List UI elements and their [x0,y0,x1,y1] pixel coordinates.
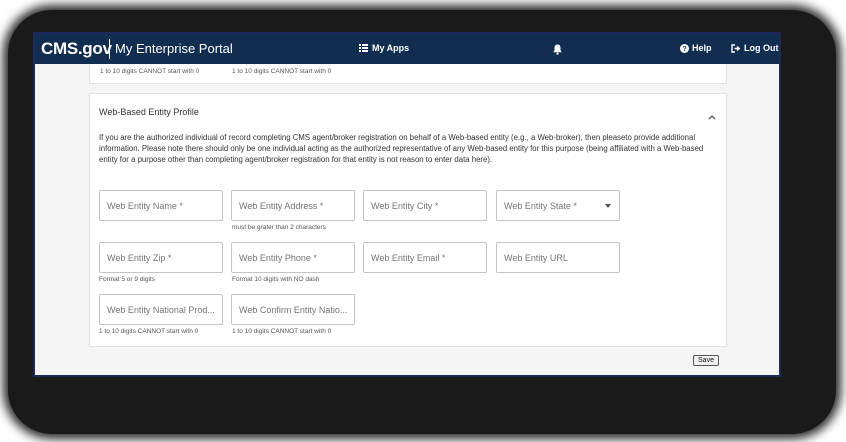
field-placeholder: Web Entity Phone * [239,253,317,263]
web-entity-state-select[interactable]: Web Entity State * [496,190,620,221]
web-entity-url-input[interactable]: Web Entity URL [496,242,620,273]
field-placeholder: Web Entity National Prod... [107,305,215,315]
field-hint: 1 to 10 digits CANNOT start with 0 [100,68,200,75]
web-entity-phone-input[interactable]: Web Entity Phone * [231,242,355,273]
logout-label: Log Out [744,43,779,53]
save-button[interactable]: Save [693,355,719,366]
collapse-section-button[interactable] [707,108,717,120]
section-title: Web-Based Entity Profile [99,107,199,117]
field-placeholder: Web Entity City * [371,201,439,211]
web-entity-zip-input[interactable]: Web Entity Zip * [99,242,223,273]
field-hint: 1 to 10 digits CANNOT start with 0 [232,328,332,335]
web-entity-name-input[interactable]: Web Entity Name * [99,190,223,221]
web-entity-address-input[interactable]: Web Entity Address * [231,190,355,221]
web-entity-city-input[interactable]: Web Entity City * [363,190,487,221]
field-placeholder: Web Entity State * [504,201,577,211]
portal-name: My Enterprise Portal [115,41,233,56]
help-label: Help [692,43,712,53]
previous-section-card: 1 to 10 digits CANNOT start with 0 1 to … [89,64,727,84]
web-entity-npn-input[interactable]: Web Entity National Prod... [99,294,223,325]
chevron-up-icon [708,115,716,120]
field-placeholder: Web Entity Email * [371,253,446,263]
web-entity-profile-card: Web-Based Entity Profile If you are the … [89,93,727,347]
field-placeholder: Web Confirm Entity Natio... [239,305,348,315]
field-placeholder: Web Entity URL [504,253,568,263]
notifications-button[interactable] [553,42,562,60]
field-hint: 1 to 10 digits CANNOT start with 0 [232,68,332,75]
caret-down-icon [605,204,611,208]
bell-icon [553,44,562,55]
logo-divider [109,39,110,59]
web-confirm-entity-npn-input[interactable]: Web Confirm Entity Natio... [231,294,355,325]
web-entity-email-input[interactable]: Web Entity Email * [363,242,487,273]
my-apps-label: My Apps [372,43,410,53]
section-description: If you are the authorized individual of … [99,133,704,165]
field-placeholder: Web Entity Name * [107,201,183,211]
top-nav-bar: CMS.gov My Enterprise Portal My Apps ? H… [35,34,779,64]
field-hint: must be grater than 2 characters [232,224,326,231]
sign-out-icon [731,43,741,53]
browser-window: CMS.gov My Enterprise Portal My Apps ? H… [33,32,781,377]
field-hint: 1 to 10 digits CANNOT start with 0 [99,328,199,335]
field-hint: Format 10 digits with NO dash [232,276,320,283]
field-hint: Format 5 or 9 digits [99,276,155,283]
list-icon [359,44,368,52]
field-placeholder: Web Entity Address * [239,201,324,211]
field-placeholder: Web Entity Zip * [107,253,172,263]
cms-logo[interactable]: CMS.gov [41,39,112,59]
logout-link[interactable]: Log Out [731,43,779,53]
question-circle-icon: ? [680,43,689,53]
svg-text:?: ? [682,46,686,53]
my-apps-menu[interactable]: My Apps [359,43,409,53]
help-link[interactable]: ? Help [680,43,712,53]
